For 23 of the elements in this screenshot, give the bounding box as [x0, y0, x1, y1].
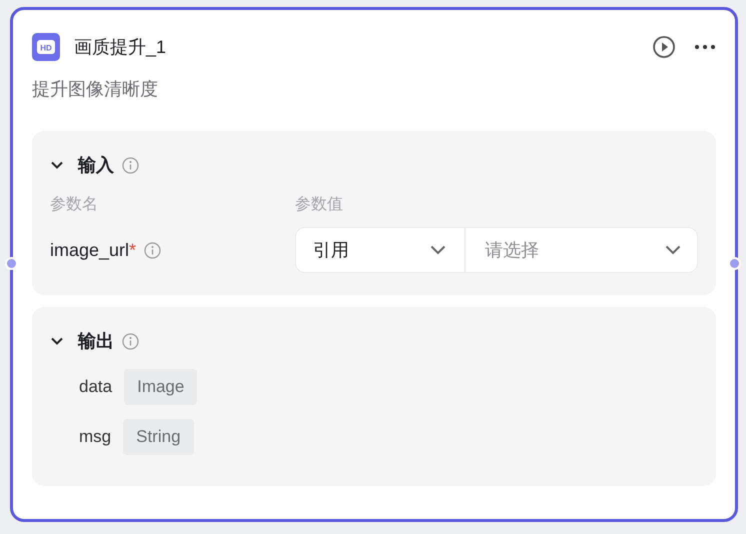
connection-handle[interactable] [5, 257, 18, 270]
connection-handle[interactable] [728, 257, 741, 270]
more-icon[interactable] [694, 44, 716, 50]
play-icon[interactable] [652, 35, 676, 59]
param-name: image_url [50, 238, 130, 262]
type-tag: Image [124, 369, 198, 405]
info-icon [144, 242, 162, 258]
section-title: 输入 [78, 154, 114, 176]
output-name: msg [79, 426, 112, 448]
type-tag: String [123, 419, 194, 455]
hd-icon: HD [32, 33, 60, 61]
mode-select[interactable]: 引用 [296, 228, 466, 272]
required-mark: * [129, 238, 136, 262]
chevron-icon [665, 245, 681, 255]
node-title: 画质提升_1 [74, 36, 166, 58]
node-description: 提升图像清晰度 [32, 78, 159, 101]
chevron-icon [430, 245, 446, 255]
column-header: 参数值 [295, 194, 343, 215]
section-title: 输出 [78, 330, 114, 352]
info-icon [122, 332, 139, 350]
output-name: data [79, 376, 112, 398]
column-header: 参数名 [50, 194, 99, 215]
info-icon [122, 156, 139, 174]
